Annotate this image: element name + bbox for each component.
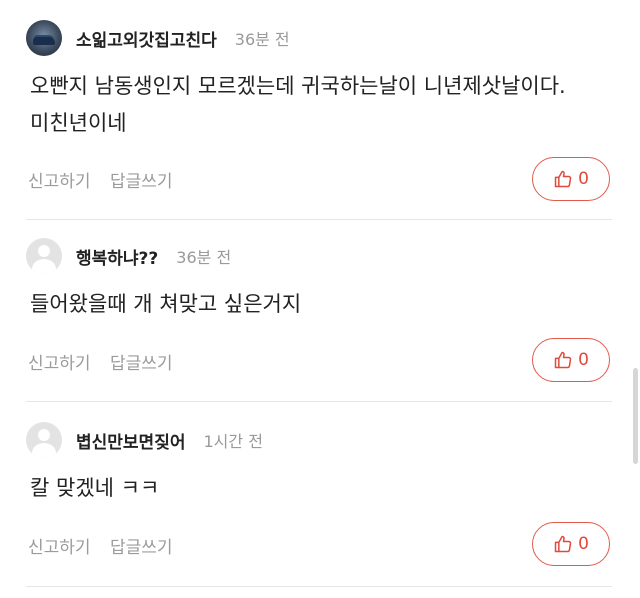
comment-time: 36분 전 — [234, 30, 290, 49]
comment-actions: 신고하기 답글쓰기 — [28, 167, 187, 192]
reply-button[interactable]: 답글쓰기 — [110, 354, 173, 374]
comment-item: 소읾고외갓집고친다 36분 전 오빤지 남동생인지 모르겠는데 귀국하는날이 니… — [0, 0, 612, 220]
divider — [26, 586, 612, 587]
comment-time: 36분 전 — [176, 248, 232, 267]
report-button[interactable]: 신고하기 — [28, 354, 91, 374]
avatar[interactable] — [26, 422, 62, 458]
like-count: 0 — [578, 534, 589, 554]
like-button[interactable]: 0 — [532, 522, 610, 566]
like-button[interactable]: 0 — [532, 157, 610, 201]
comment-item: 행복하냐?? 36분 전 들어왔을때 개 쳐맞고 싶은거지 신고하기 답글쓰기 … — [0, 220, 612, 402]
scrollbar[interactable] — [633, 368, 638, 464]
comment-time: 1시간 전 — [203, 432, 263, 451]
comment-text: 칼 맞겠네 ㅋㅋ — [30, 476, 160, 500]
comment-header: 소읾고외갓집고친다 36분 전 — [26, 20, 290, 56]
report-button[interactable]: 신고하기 — [28, 538, 91, 558]
like-count: 0 — [578, 350, 589, 370]
like-button[interactable]: 0 — [532, 338, 610, 382]
thumbs-up-icon — [554, 535, 572, 553]
comment-text: 들어왔을때 개 쳐맞고 싶은거지 — [30, 292, 302, 316]
comment-item: 볍신만보면짖어 1시간 전 칼 맞겠네 ㅋㅋ 신고하기 답글쓰기 0 — [0, 402, 612, 587]
reply-button[interactable]: 답글쓰기 — [110, 172, 173, 192]
thumbs-up-icon — [554, 351, 572, 369]
comment-nickname[interactable]: 행복하냐?? — [76, 244, 158, 269]
reply-button[interactable]: 답글쓰기 — [110, 538, 173, 558]
comment-nickname[interactable]: 볍신만보면짖어 — [76, 428, 185, 453]
comment-actions: 신고하기 답글쓰기 — [28, 349, 187, 374]
thumbs-up-icon — [554, 170, 572, 188]
comment-text: 오빤지 남동생인지 모르겠는데 귀국하는날이 니년제삿날이다.미친년이네 — [30, 74, 566, 135]
avatar[interactable] — [26, 238, 62, 274]
comment-nickname[interactable]: 소읾고외갓집고친다 — [76, 26, 217, 51]
comment-actions: 신고하기 답글쓰기 — [28, 533, 187, 558]
comment-header: 볍신만보면짖어 1시간 전 — [26, 422, 263, 458]
report-button[interactable]: 신고하기 — [28, 172, 91, 192]
comment-header: 행복하냐?? 36분 전 — [26, 238, 231, 274]
like-count: 0 — [578, 169, 589, 189]
avatar[interactable] — [26, 20, 62, 56]
